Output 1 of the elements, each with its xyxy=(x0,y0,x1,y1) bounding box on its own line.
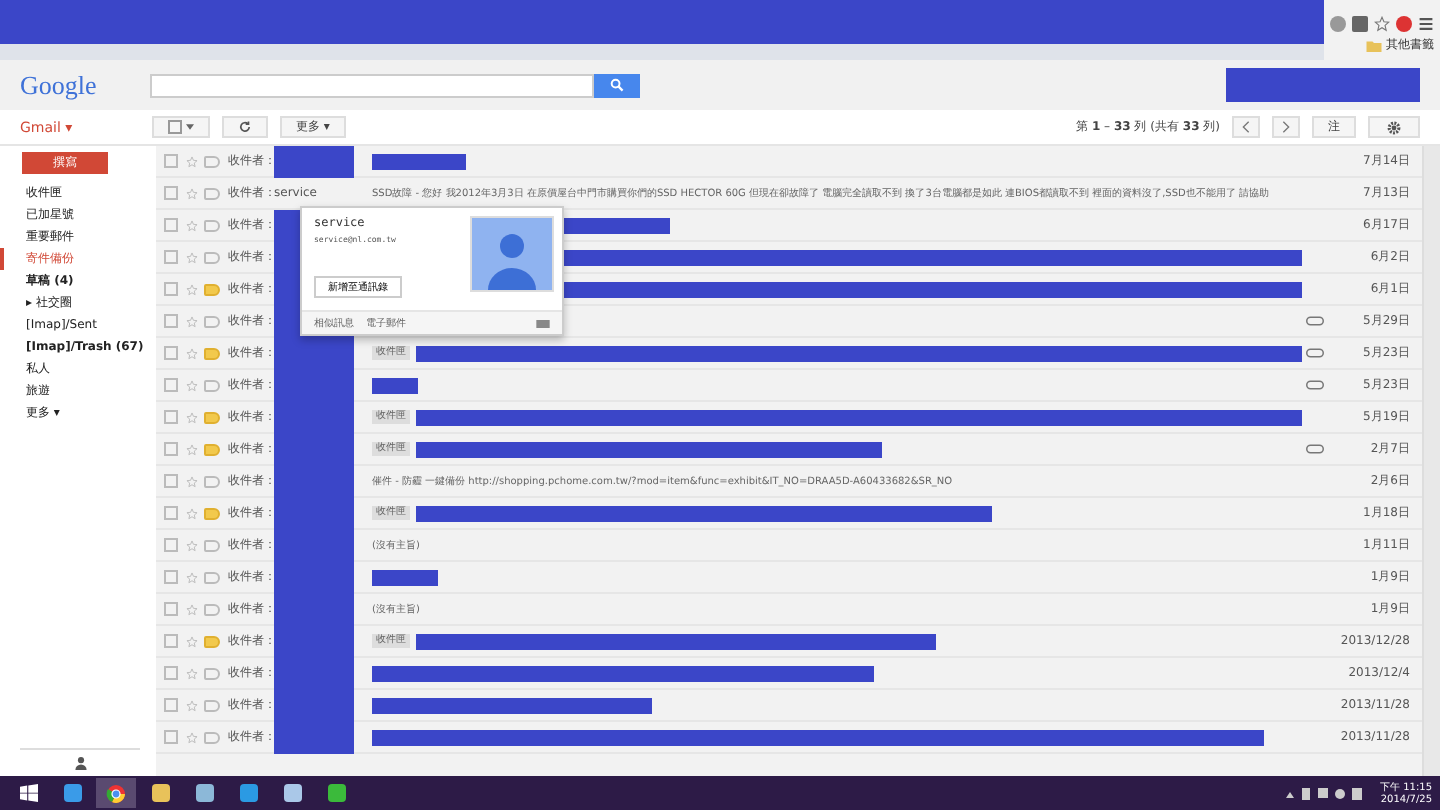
google-logo[interactable]: Google xyxy=(20,69,150,101)
